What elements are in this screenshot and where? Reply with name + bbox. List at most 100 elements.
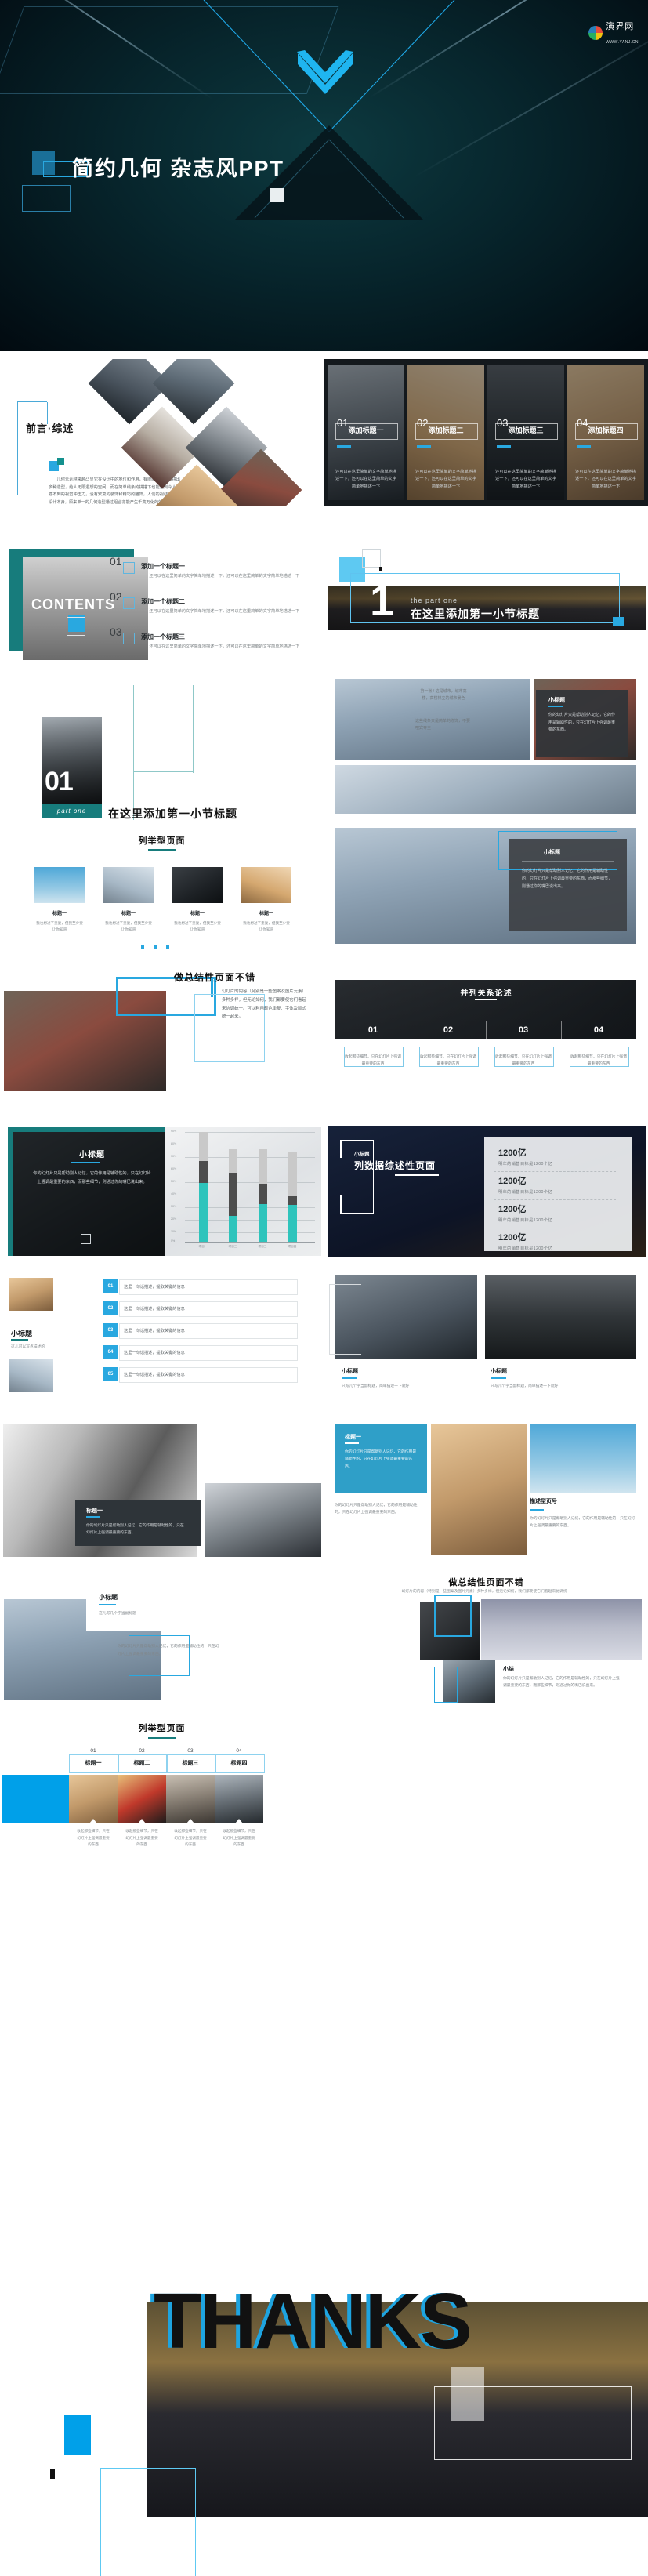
thanks-outline-frame bbox=[100, 2468, 196, 2576]
numlist-item-3[interactable]: 03 这里一句话描述，提取关键的信息 bbox=[103, 1323, 298, 1339]
tower-photo bbox=[431, 1424, 527, 1555]
list-item-2-title: 标题一 bbox=[121, 912, 136, 916]
right-panel-title: 小标题 bbox=[544, 850, 560, 855]
contents-item-2-marker bbox=[123, 597, 135, 609]
grid-desc-1: 收起那些细节，只在幻灯片上强调最重要的东西 bbox=[77, 1829, 110, 1847]
chart-xtick-4: 项目四 bbox=[288, 1245, 297, 1248]
data-sep-3 bbox=[494, 1228, 616, 1229]
parallel-desc-1: 收起那些细节，只在幻灯片上强调最重要的东西 bbox=[345, 1055, 401, 1067]
numlist-subtitle: 这儿可以写点描述的 bbox=[11, 1345, 45, 1349]
tower-left-desc: 你的幻灯片只是帮助别人记忆，它的作用是辅助性的，只在幻灯片上强调最重要的东西。 bbox=[335, 1504, 418, 1515]
list-item-1-photo bbox=[34, 867, 85, 903]
contents-item-2-number: 02 bbox=[110, 590, 122, 603]
data-item-2: 1200亿 明年的销售目标是1200个亿 bbox=[498, 1174, 552, 1195]
contents-item-3-desc: 还可以在这里简单的文字简单地描述一下，还可以在这里简单的文字简单地描述一下 bbox=[149, 644, 300, 649]
summary2-cloud-photo bbox=[481, 1599, 642, 1660]
contents-item-2-title: 添加一个标题二 bbox=[141, 598, 185, 605]
chart-xtick-3: 项目三 bbox=[258, 1245, 267, 1248]
contents-outline-square bbox=[67, 617, 85, 636]
wave-body: 你的幻灯片只是帮助别人记忆，它的作用是辅助性的，只在幻灯片上强调最重要的东西。 bbox=[86, 1524, 184, 1536]
chart-ytick-90: 90% bbox=[171, 1130, 177, 1133]
grid-tab-3-title: 标题三 bbox=[182, 1761, 199, 1766]
numlist-item-1[interactable]: 01 这里一句话描述，提取关键的信息 bbox=[103, 1279, 298, 1295]
slide-divider bbox=[0, 663, 648, 665]
list-item-4-desc: 我也想过不重复，但我至少要让你知道 bbox=[243, 921, 290, 932]
numlist-item-2[interactable]: 02 这里一句话描述，提取关键的信息 bbox=[103, 1301, 298, 1317]
city-photo-wide bbox=[335, 765, 636, 814]
yanjie-logo-icon bbox=[588, 26, 603, 40]
wave-title: 标题一 bbox=[86, 1508, 103, 1514]
city-panel-rule bbox=[548, 706, 563, 707]
grid-photo-3 bbox=[166, 1775, 215, 1823]
list-item-1[interactable]: 标题一 我也想过不重复，但我至少要让你知道 bbox=[34, 867, 85, 934]
slide-city-white: 小标题 这儿写几个字当副标题 你的幻灯片只是帮助别人记忆，它的作用是辅助性的，只… bbox=[0, 1565, 324, 1714]
cover-title: 简约几何 杂志风PPT bbox=[72, 157, 285, 180]
banner-accent-square bbox=[613, 617, 624, 626]
data-item-4-label: 明年的销售目标是1200个亿 bbox=[498, 1246, 553, 1251]
grid-tab-2-number: 02 bbox=[118, 1748, 166, 1754]
citywhite-rule bbox=[99, 1604, 116, 1605]
thanks-blue-square bbox=[64, 2415, 91, 2455]
data-title-rule bbox=[395, 1174, 439, 1176]
thanks-white-square bbox=[451, 2367, 484, 2421]
card-1-desc: 还可以在这里简单的文字简单地描述一下，还可以在这里简单的文字简单地描述一下 bbox=[335, 470, 396, 489]
slide-divider bbox=[0, 351, 648, 353]
chart-xtick-2: 项目二 bbox=[228, 1245, 237, 1248]
list-item-4-title: 标题一 bbox=[259, 912, 273, 916]
parallel-desc-3: 收起那些细节，只在幻灯片上强调最重要的东西 bbox=[495, 1055, 552, 1067]
contents-item-3-marker bbox=[123, 633, 135, 644]
grid-tab-4-number: 04 bbox=[215, 1748, 263, 1754]
right-panel-rule bbox=[522, 861, 614, 862]
contents-item-1-marker bbox=[123, 562, 135, 574]
contents-item-3-number: 03 bbox=[110, 626, 122, 638]
preface-heading: 前言·综述 bbox=[26, 423, 74, 434]
slide-preface: 前言·综述 几何元素越来越凸显它在设计中的地位和作用，有限的几何可以拼出多种造型… bbox=[0, 359, 324, 506]
chart-ytick-0: 0% bbox=[171, 1239, 176, 1243]
numlist-photo-bottom bbox=[9, 1359, 53, 1392]
data-item-3: 1200亿 明年的销售目标是1200个亿 bbox=[498, 1203, 552, 1223]
list-item-3-desc: 我也想过不重复，但我至少要让你知道 bbox=[174, 921, 221, 932]
chart-bar-1 bbox=[199, 1132, 208, 1242]
card-4-desc: 还可以在这里简单的文字简单地描述一下，还可以在这里简单的文字简单地描述一下 bbox=[575, 470, 636, 489]
chart-ytick-60: 60% bbox=[171, 1167, 177, 1170]
list-page-dot-1[interactable] bbox=[141, 945, 144, 949]
numlist-item-5[interactable]: 05 这里一句话描述，提取关键的信息 bbox=[103, 1367, 298, 1383]
cover-white-square bbox=[270, 188, 284, 202]
contents-item-3-title: 添加一个标题三 bbox=[141, 633, 185, 640]
summary-heading: 做总结性页面不错 bbox=[174, 972, 256, 983]
chart-bar-2 bbox=[229, 1149, 237, 1242]
grid-heading: 列举型页面 bbox=[138, 1724, 186, 1733]
wave-photo-suit bbox=[205, 1483, 321, 1557]
slide-contents: CONTENTS 01 添加一个标题一 还可以在这里简单的文字简单地描述一下，还… bbox=[0, 514, 324, 663]
twocap-right-desc: 只写几个字当副标题，简单描述一下就好 bbox=[491, 1384, 559, 1388]
contents-label: CONTENTS bbox=[31, 597, 115, 612]
chart-xtick-1: 项目一 bbox=[198, 1245, 208, 1248]
twocap-left-desc: 只写几个字当副标题，简单描述一下就好 bbox=[342, 1384, 410, 1388]
card-3-title: 添加标题三 bbox=[508, 426, 544, 434]
parallel-num-2: 02 bbox=[443, 1025, 454, 1035]
list-page-dot-2[interactable] bbox=[154, 945, 157, 949]
chart-bar-4 bbox=[288, 1152, 297, 1242]
list-item-4[interactable]: 标题一 我也想过不重复，但我至少要让你知道 bbox=[241, 867, 291, 934]
list-item-2[interactable]: 标题一 我也想过不重复，但我至少要让你知道 bbox=[103, 867, 154, 934]
slide-list-page: 列举型页面 标题一 我也想过不重复，但我至少要让你知道 标题一 我也想过不重复，… bbox=[0, 820, 324, 969]
list-item-3[interactable]: 标题一 我也想过不重复，但我至少要让你知道 bbox=[172, 867, 223, 934]
list-page-dot-3[interactable] bbox=[166, 945, 169, 949]
numlist-item-5-number: 05 bbox=[103, 1367, 118, 1381]
data-item-1-label: 明年的销售目标是1200个亿 bbox=[498, 1162, 553, 1166]
slide-section-left: 01 part one 在这里添加第一小节标题 bbox=[0, 671, 324, 820]
city-caption-extra: 这些线条只是简单的修饰，不要喧宾夺主 bbox=[415, 719, 471, 731]
city-panel-body: 你的幻灯片只是帮助别人记忆，它的作用是辅助性的，只在幻灯片上强调最重要的东西。 bbox=[548, 713, 616, 732]
slide-divider bbox=[0, 506, 648, 508]
numlist-title: 小标题 bbox=[11, 1330, 33, 1337]
card-2-title: 添加标题二 bbox=[428, 426, 464, 434]
chart-title-rule bbox=[71, 1162, 100, 1163]
slide-summary2: 做总结性页面不错 幻灯片的内容（特别是一些图案及图片元素）多种多样，但无论如何，… bbox=[324, 1565, 648, 1714]
watermark-logo: 演界网 WWW.YANJ.CN bbox=[588, 19, 639, 47]
watermark-url: WWW.YANJ.CN bbox=[606, 40, 639, 45]
chart-ytick-50: 50% bbox=[171, 1180, 177, 1183]
section-number: 01 bbox=[45, 767, 74, 796]
numlist-item-4[interactable]: 04 这里一句话描述，提取关键的信息 bbox=[103, 1345, 298, 1361]
slide-city-panel: 小标题 你的幻灯片只是帮助别人记忆，它的作用是辅助性的，只在幻灯片上强调最重要的… bbox=[324, 671, 648, 820]
parallel-sep-3 bbox=[561, 1021, 562, 1039]
